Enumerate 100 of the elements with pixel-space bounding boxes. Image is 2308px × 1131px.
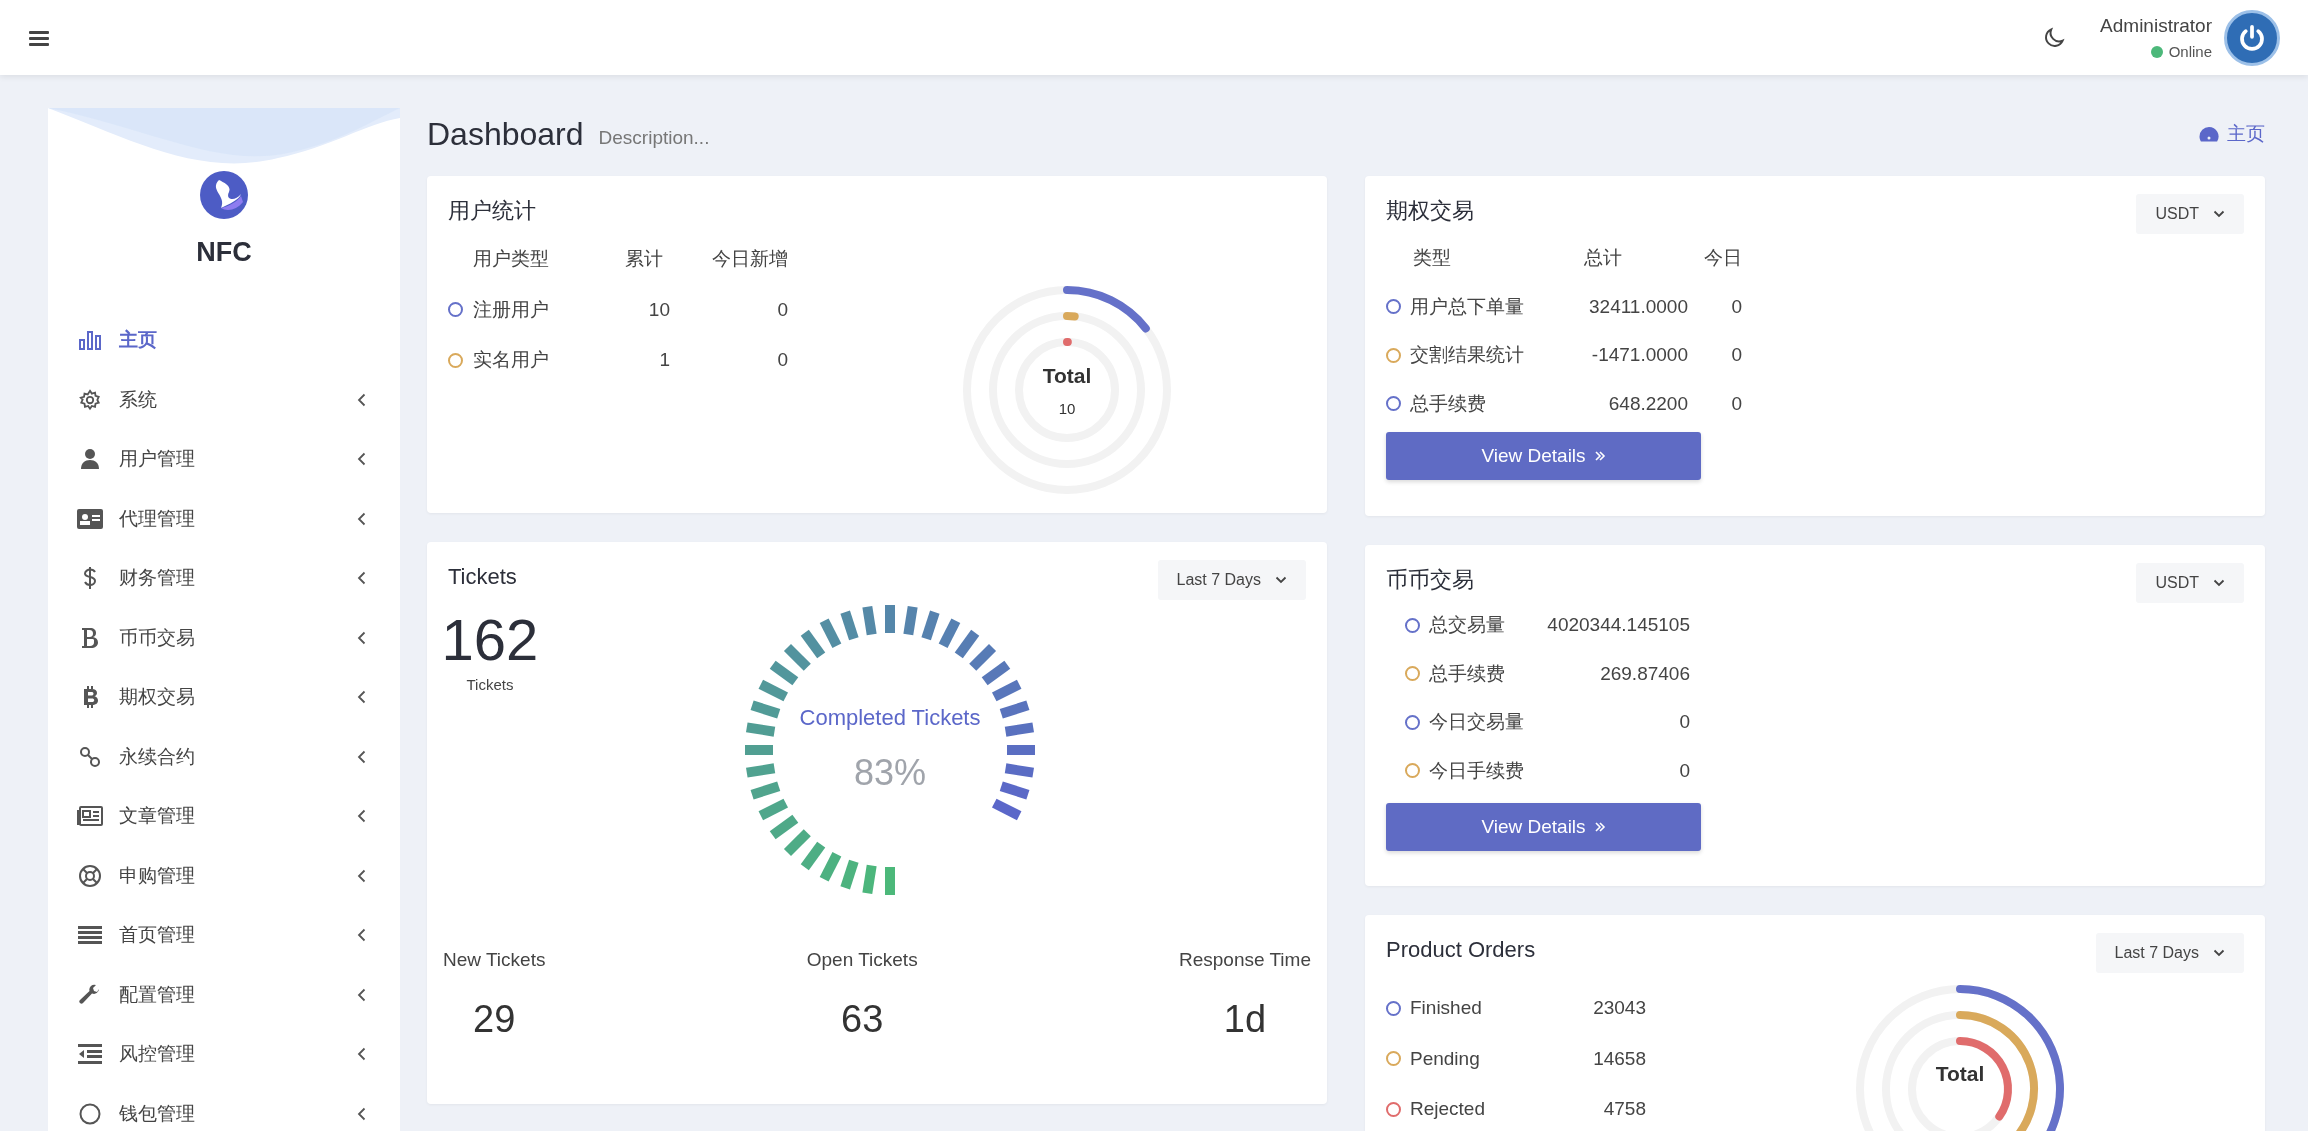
user-status: Online bbox=[2168, 41, 2212, 62]
sidebar-item[interactable]: 主页 bbox=[48, 310, 400, 370]
sidebar-item[interactable]: 永续合约 bbox=[48, 727, 400, 787]
ticket-count: 162 bbox=[441, 608, 539, 672]
sidebar-item[interactable]: 用户管理 bbox=[48, 429, 400, 489]
card-title: 用户统计 bbox=[448, 197, 537, 225]
stat-value: 63 bbox=[841, 996, 884, 1042]
stat-label: Open Tickets bbox=[806, 948, 918, 972]
chevron-left-icon bbox=[357, 868, 366, 883]
dropdown[interactable]: USDT bbox=[2136, 194, 2244, 234]
table-cell-text: 4020344.145105 bbox=[1546, 613, 1690, 637]
card-title: 期权交易 bbox=[1386, 197, 1474, 225]
chart-center-label: Total bbox=[1042, 363, 1092, 389]
sidebar-item[interactable]: 财务管理 bbox=[48, 548, 400, 608]
outdent-icon bbox=[77, 1042, 103, 1067]
card-title: Tickets bbox=[448, 563, 517, 591]
sidebar-item[interactable]: 申购管理 bbox=[48, 846, 400, 906]
sidebar-item[interactable]: 币币交易 bbox=[48, 608, 400, 668]
column-header: 今日 bbox=[1703, 246, 1742, 270]
stat-value: 29 bbox=[473, 996, 516, 1042]
sidebar-item[interactable]: 首页管理 bbox=[48, 905, 400, 965]
table-cell-text: Pending bbox=[1410, 1046, 1480, 1071]
table-cell-text: 4758 bbox=[1602, 1097, 1646, 1121]
chevron-left-icon bbox=[357, 1106, 366, 1121]
settings-icon bbox=[77, 387, 103, 412]
life-ring-icon bbox=[77, 863, 103, 888]
table-cell-text: 23043 bbox=[1592, 996, 1646, 1020]
chevron-left-icon bbox=[357, 690, 366, 705]
view-details-button[interactable]: View Details bbox=[1386, 803, 1701, 851]
sidebar-item[interactable]: 钱包管理 bbox=[48, 1084, 400, 1131]
table-cell-text: 0 bbox=[776, 348, 788, 372]
table-cell-text: Finished bbox=[1410, 996, 1482, 1020]
sidebar-item[interactable]: 系统 bbox=[48, 370, 400, 430]
sidebar-item[interactable]: 配置管理 bbox=[48, 965, 400, 1025]
view-details-button[interactable]: View Details bbox=[1386, 432, 1701, 480]
table-cell-text: 0 bbox=[1730, 294, 1742, 319]
column-header: 类型 bbox=[1412, 246, 1452, 270]
chevron-left-icon bbox=[357, 452, 366, 467]
dropdown[interactable]: Last 7 Days bbox=[1157, 560, 1306, 600]
table-cell-text: 用户总下单量 bbox=[1410, 294, 1524, 319]
caret-down-icon bbox=[1275, 576, 1287, 584]
stat-label: Response Time bbox=[1178, 948, 1311, 972]
table-cell-text: 0 bbox=[776, 297, 788, 322]
sidebar-item[interactable]: 期权交易 bbox=[48, 667, 400, 727]
newspaper-icon bbox=[77, 804, 103, 829]
dropdown[interactable]: USDT bbox=[2136, 563, 2244, 603]
chevron-left-icon bbox=[357, 630, 366, 645]
column-header: 今日新增 bbox=[711, 247, 788, 271]
table-cell-text: Rejected bbox=[1410, 1097, 1485, 1121]
table-cell-text: 注册用户 bbox=[473, 297, 549, 322]
card-title: Product Orders bbox=[1386, 936, 1537, 964]
chart-center-label: Total bbox=[1935, 1061, 1985, 1088]
user-avatar[interactable] bbox=[2224, 9, 2280, 66]
chevron-left-icon bbox=[357, 1047, 366, 1062]
column-header: 用户类型 bbox=[472, 247, 550, 271]
table-cell-text: 14658 bbox=[1592, 1046, 1646, 1071]
column-header: 累计 bbox=[624, 247, 664, 271]
circle-icon bbox=[77, 1101, 103, 1126]
sidebar-item[interactable]: 风控管理 bbox=[48, 1024, 400, 1084]
table-cell-text: 32411.0000 bbox=[1588, 294, 1689, 319]
table-cell-text: 0 bbox=[1678, 710, 1690, 734]
table-cell-text: 实名用户 bbox=[473, 348, 549, 372]
chevron-left-icon bbox=[357, 987, 366, 1002]
table-cell-text: -1471.0000 bbox=[1590, 343, 1689, 367]
caret-down-icon bbox=[2213, 949, 2225, 957]
table-cell-text: 269.87406 bbox=[1599, 661, 1690, 686]
chevron-left-icon bbox=[357, 571, 366, 586]
table-cell-text: 今日交易量 bbox=[1429, 710, 1524, 734]
caret-down-icon bbox=[2213, 210, 2225, 218]
sidebar-item[interactable]: 文章管理 bbox=[48, 786, 400, 846]
id-card-icon bbox=[77, 506, 103, 531]
stat-value: 1d bbox=[1223, 996, 1267, 1042]
table-cell-text: 总手续费 bbox=[1429, 661, 1505, 686]
chevron-left-icon bbox=[357, 511, 366, 526]
chart-center-value: 10 bbox=[1058, 398, 1076, 419]
dashboard-gauge-icon bbox=[2199, 126, 2219, 142]
double-chevron-icon bbox=[1593, 450, 1606, 462]
page-description: Description... bbox=[598, 125, 710, 150]
bar-chart-icon bbox=[77, 328, 103, 353]
brand-logo bbox=[199, 170, 249, 220]
chevron-left-icon bbox=[357, 809, 366, 824]
table-cell-text: 10 bbox=[647, 297, 671, 322]
table-cell-text: 今日手续费 bbox=[1429, 758, 1524, 783]
table-cell-text: 总交易量 bbox=[1429, 613, 1505, 637]
card-title: 币币交易 bbox=[1386, 566, 1474, 594]
table-cell-text: 648.2200 bbox=[1607, 391, 1689, 416]
gauge-label: Completed Tickets bbox=[799, 703, 981, 732]
table-cell-text: 0 bbox=[1730, 343, 1742, 367]
table-cell-text: 交割结果统计 bbox=[1410, 343, 1524, 367]
sidebar-item[interactable]: 代理管理 bbox=[48, 489, 400, 549]
gauge-value: 83% bbox=[853, 750, 927, 795]
dropdown[interactable]: Last 7 Days bbox=[2095, 933, 2244, 973]
user-name: Administrator bbox=[2100, 14, 2212, 38]
brand-name: NFC bbox=[196, 236, 252, 269]
table-cell-text: 0 bbox=[1730, 391, 1742, 416]
ticket-count-label: Tickets bbox=[466, 675, 514, 695]
chevron-left-icon bbox=[357, 392, 366, 407]
page-title: Dashboard bbox=[427, 115, 584, 154]
table-cell-text: 总手续费 bbox=[1410, 391, 1486, 416]
breadcrumb-link[interactable]: 主页 bbox=[2199, 119, 2265, 149]
